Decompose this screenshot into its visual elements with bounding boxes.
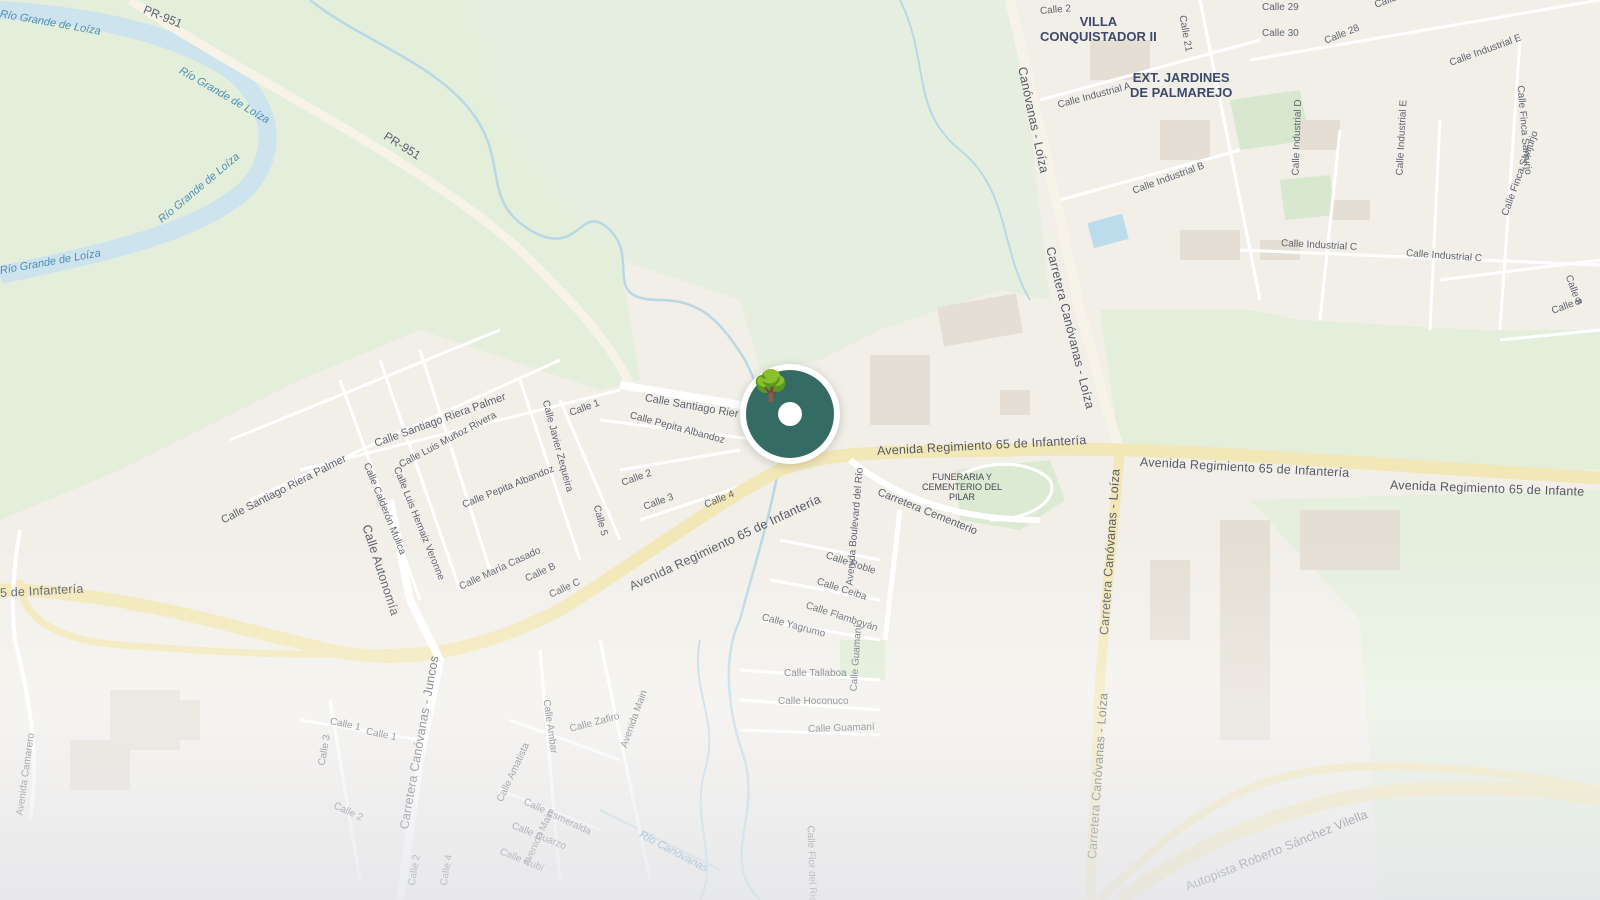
label-calle-hoconuco: Calle Hoconuco — [778, 696, 849, 707]
label-calle-guamani-1: Calle Guamaní — [807, 721, 875, 735]
label-villa-conquistador: VILLA CONQUISTADOR II — [1040, 14, 1157, 44]
marker-center-dot — [778, 402, 802, 426]
label-funeraria: FUNERARIA Y CEMENTERIO DEL PILAR — [922, 472, 1003, 502]
label-calle-30: Calle 30 — [1262, 28, 1299, 39]
label-calle-29: Calle 29 — [1262, 2, 1299, 13]
park-patch-2 — [1280, 175, 1335, 220]
map-canvas[interactable]: Río Grande de Loíza Río Grande de Loíza … — [0, 0, 1600, 900]
location-marker[interactable]: 🌳 — [740, 364, 840, 464]
label-ext-jardines: EXT. JARDINES DE PALMAREJO — [1130, 70, 1233, 100]
tree-icon: 🌳 — [752, 370, 790, 403]
label-calle-tallaboa: Calle Tallaboa — [784, 668, 847, 679]
